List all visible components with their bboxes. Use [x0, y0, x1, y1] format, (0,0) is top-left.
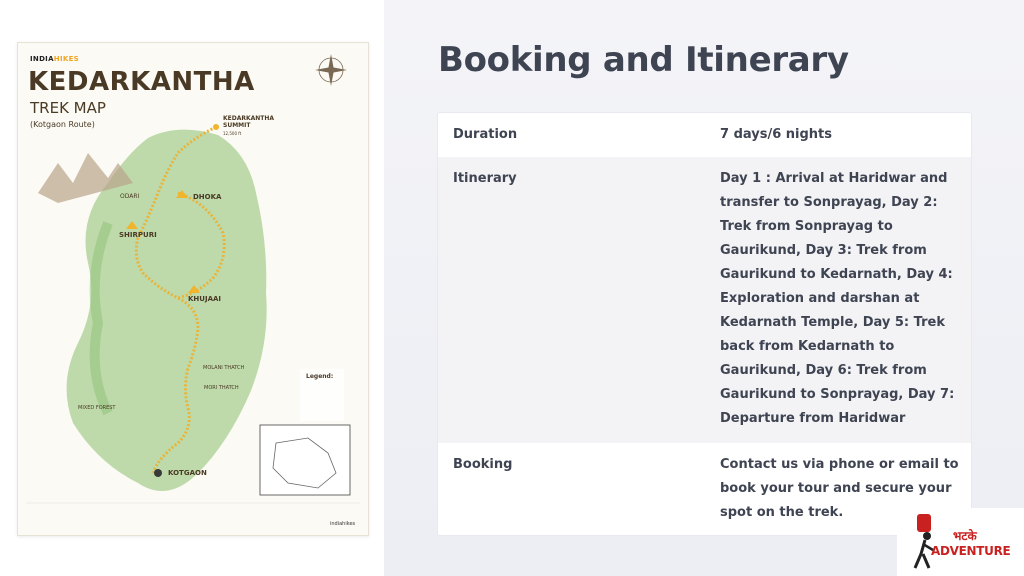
table-row-booking: Booking Contact us via phone or email to… — [438, 443, 971, 535]
logo-text: ADVENTURE — [931, 544, 1011, 558]
summit-altitude: 12,500 ft — [223, 131, 242, 136]
row-value: Day 1 : Arrival at Haridwar and transfer… — [720, 171, 955, 426]
row-label: Itinerary — [453, 171, 517, 186]
row-label: Booking — [453, 457, 513, 472]
label-molani: MOLANI THATCH — [203, 365, 245, 371]
compass-rose-icon — [315, 54, 347, 86]
row-value: 7 days/6 nights — [720, 127, 833, 142]
place-shirpuri: SHIRPURI — [119, 231, 157, 239]
table-row-duration: Duration 7 days/6 nights — [438, 113, 971, 157]
map-title: KEDARKANTHA — [28, 67, 255, 97]
label-odari: ODARI — [120, 193, 140, 200]
label-mori: MORI THATCH — [204, 385, 239, 391]
kotgaon-pin-icon — [154, 469, 162, 477]
label-mixed-forest: MIXED FOREST — [78, 405, 116, 411]
map-brand: INDIAHIKES — [30, 55, 80, 63]
brand-logo: भटके ADVENTURE — [897, 508, 1024, 576]
row-label: Duration — [453, 127, 518, 142]
table-row-itinerary: Itinerary Day 1 : Arrival at Haridwar an… — [438, 157, 971, 443]
place-kotgaon: KOTGAON — [168, 469, 207, 477]
page-title: Booking and Itinerary — [438, 40, 849, 80]
place-dhoka: DHOKA — [193, 193, 222, 201]
summit-icon — [213, 124, 219, 130]
locator-map — [259, 424, 351, 496]
legend-title: Legend: — [306, 373, 334, 380]
hiker-icon — [913, 514, 934, 569]
map-route: (Kotgaon Route) — [30, 120, 95, 129]
summit-label: KEDARKANTHA SUMMIT — [223, 115, 275, 129]
place-khujaai: KHUJAAI — [188, 295, 222, 303]
itinerary-table: Duration 7 days/6 nights Itinerary Day 1… — [437, 112, 972, 536]
map-panel: INDIAHIKES KEDARKANTHA TREK MAP (Kotgaon… — [0, 0, 384, 576]
trek-map-image: INDIAHIKES KEDARKANTHA TREK MAP (Kotgaon… — [17, 42, 369, 536]
map-footer-brand: indiahikes — [330, 521, 356, 527]
map-subtitle: TREK MAP — [30, 99, 106, 117]
logo-hindi-text: भटके — [953, 529, 977, 543]
